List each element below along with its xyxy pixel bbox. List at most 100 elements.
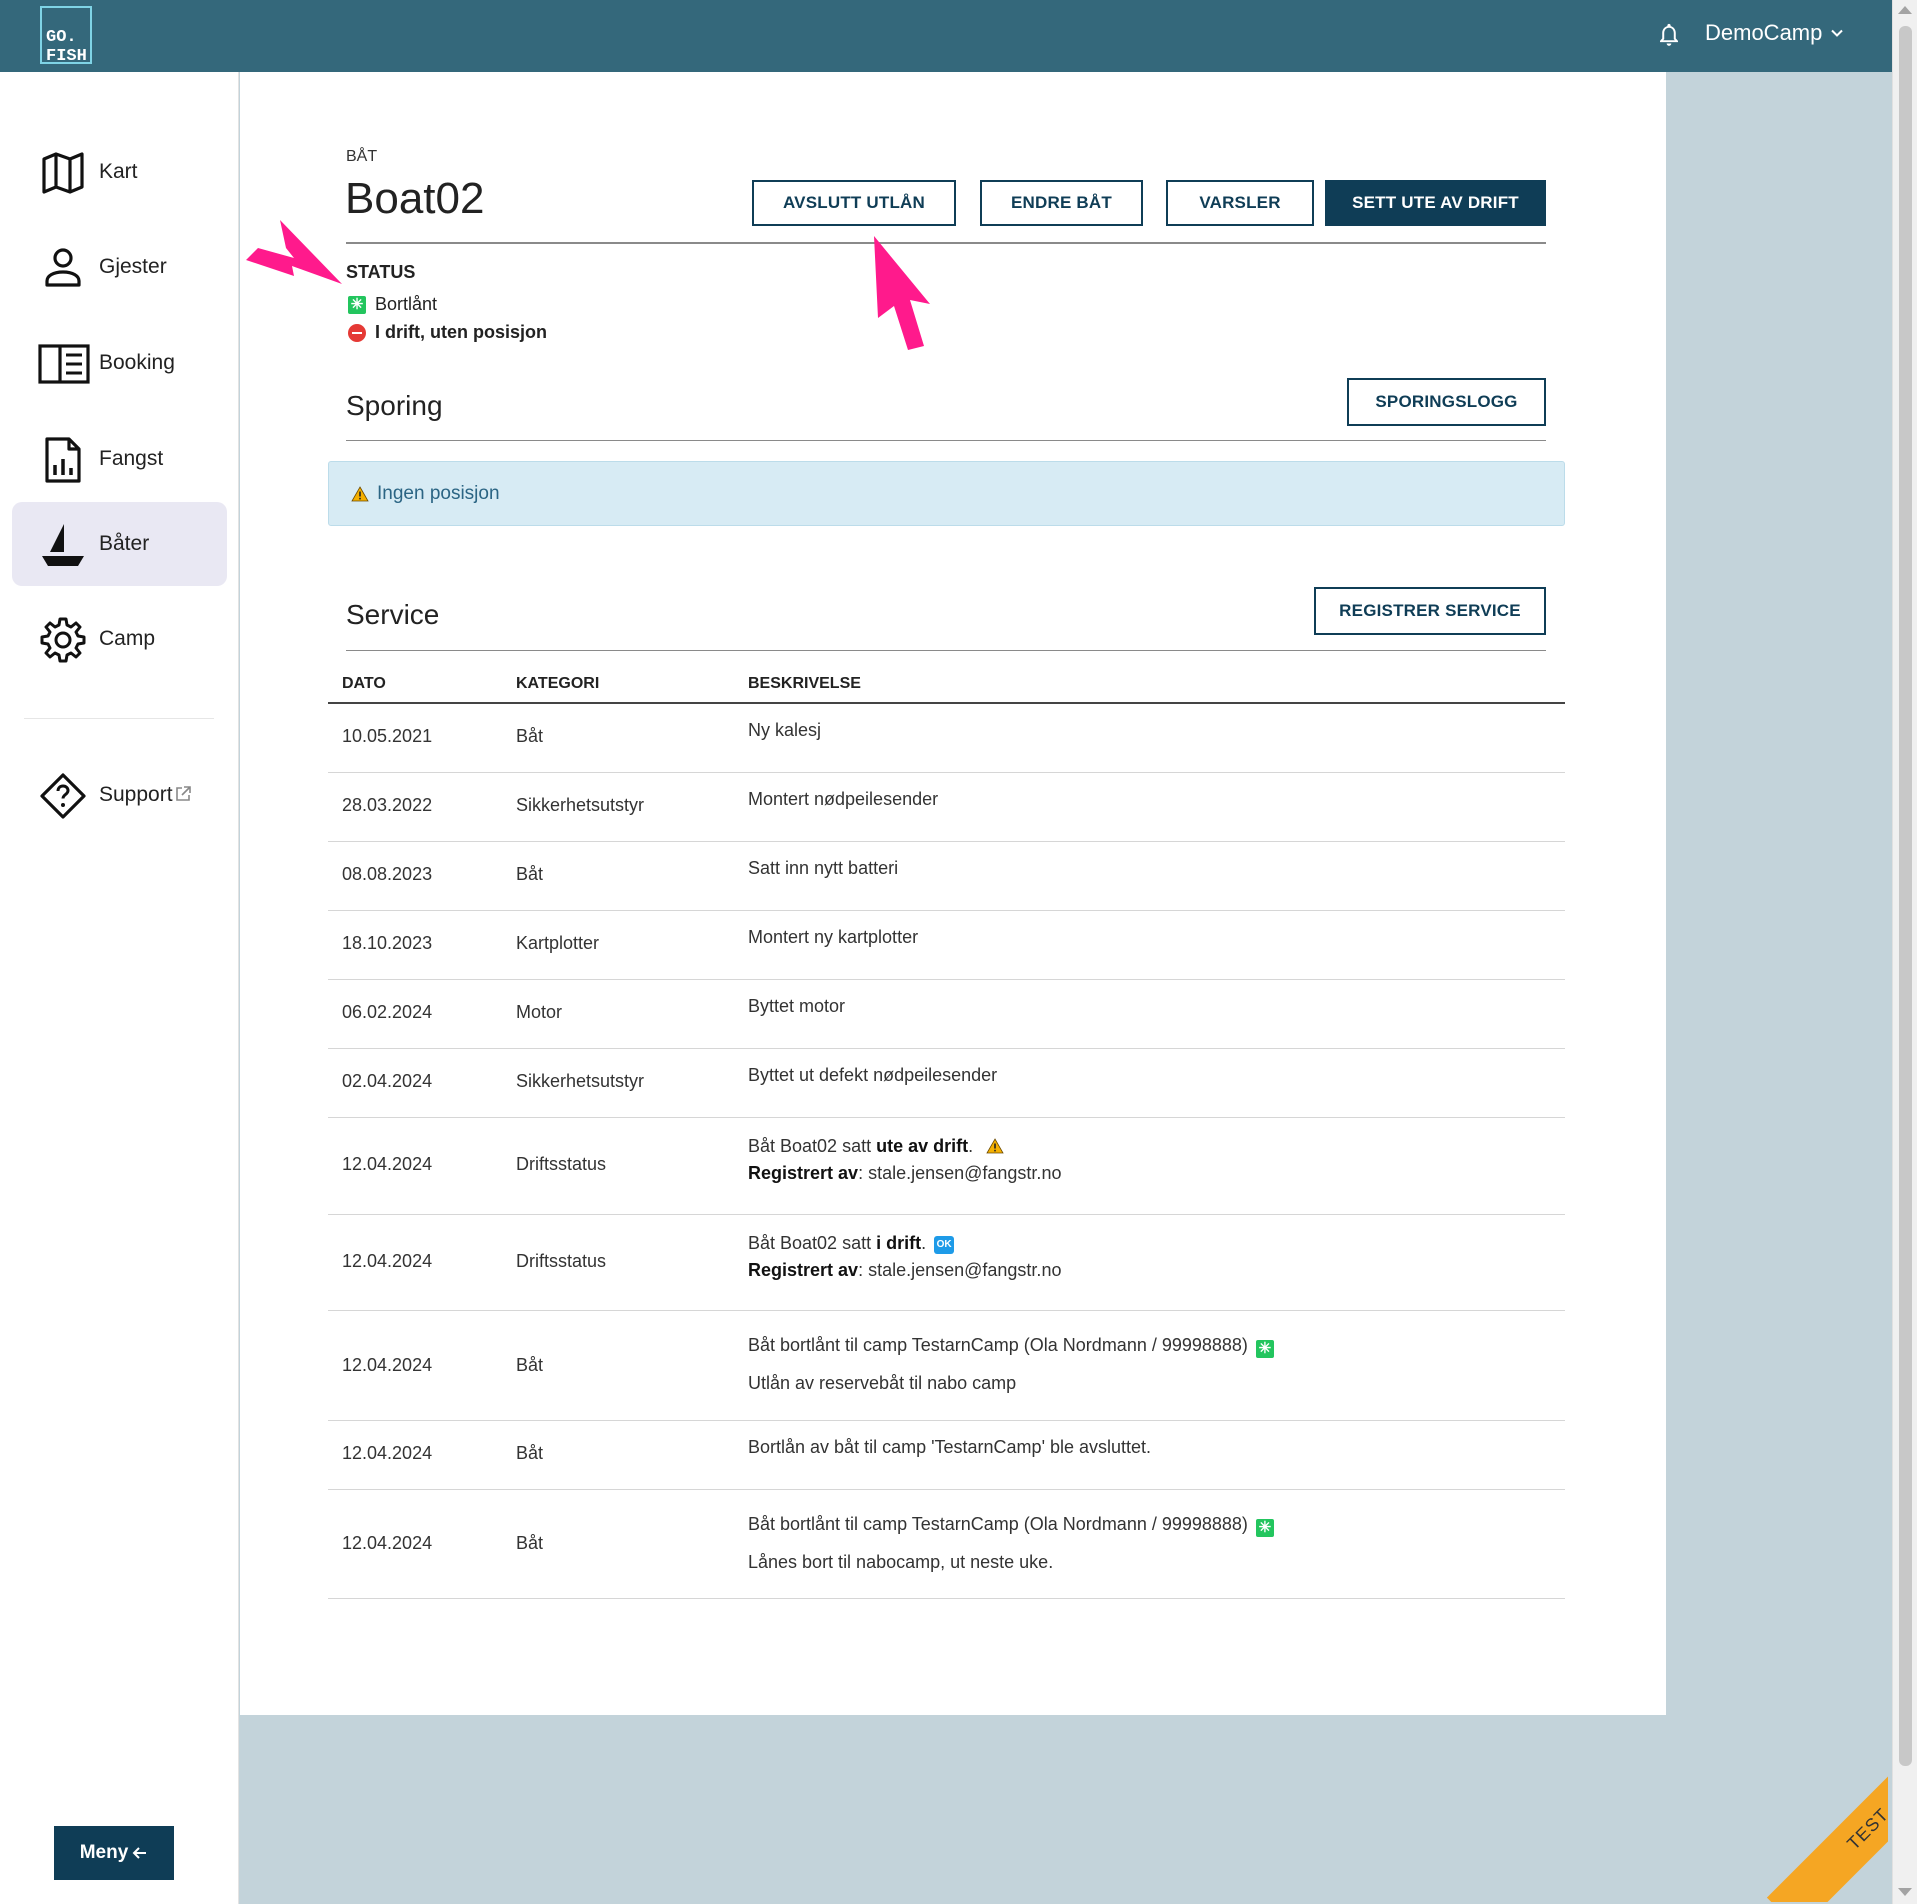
- ribbon-band: TEST: [1766, 1742, 1888, 1902]
- sidebar-item-bater[interactable]: Båter: [12, 502, 227, 586]
- gear-icon: [40, 617, 86, 663]
- desc-suffix: .: [968, 1136, 974, 1156]
- row-description: Montert ny kartplotter: [748, 927, 919, 947]
- status-heading: STATUS: [346, 262, 416, 282]
- person-icon: [45, 248, 81, 287]
- main-panel: BÅT Boat02 AVSLUTT UTLÅN ENDRE BÅT VARSL…: [240, 72, 1666, 1715]
- row-description: Byttet motor: [748, 996, 846, 1016]
- arrow-left-icon: [132, 1847, 147, 1859]
- menu-toggle-button[interactable]: Meny: [54, 1826, 174, 1880]
- ok-badge-icon: OK: [934, 1236, 955, 1254]
- sidebar-item-label: Support: [99, 783, 173, 806]
- row-date: 08.08.2023: [342, 864, 433, 884]
- menu-label: Meny: [79, 1842, 129, 1863]
- end-loan-button[interactable]: AVSLUTT UTLÅN: [752, 180, 956, 226]
- row-category: Sikkerhetsutstyr: [516, 1071, 645, 1091]
- row-category: Båt: [516, 1443, 544, 1463]
- table-row[interactable]: 06.02.2024 Motor Byttet motor: [328, 980, 1565, 1049]
- scroll-thumb[interactable]: [1899, 26, 1912, 1766]
- logo-line1: GO.: [46, 28, 77, 47]
- row-category: Motor: [516, 1002, 563, 1022]
- row-category: Båt: [516, 1533, 544, 1553]
- desc-prefix: Båt Boat02 satt: [748, 1233, 877, 1253]
- sidebar-item-booking[interactable]: Booking: [12, 321, 227, 405]
- page-title: Boat02: [345, 174, 485, 223]
- row-date: 10.05.2021: [342, 726, 433, 746]
- table-row[interactable]: 12.04.2024 Båt Båt bortlånt til camp Tes…: [328, 1311, 1565, 1421]
- camp-selector[interactable]: DemoCamp: [1705, 20, 1822, 46]
- table-row[interactable]: 12.04.2024 Båt Båt bortlånt til camp Tes…: [328, 1490, 1565, 1599]
- alerts-button[interactable]: VARSLER: [1166, 180, 1314, 226]
- sidebar-item-fangst[interactable]: Fangst: [12, 417, 227, 501]
- sidebar-item-label: Booking: [99, 351, 175, 374]
- external-link-icon: [176, 786, 191, 801]
- service-section-title: Service: [346, 599, 440, 630]
- row-description: Montert nødpeilesender: [748, 789, 939, 809]
- chevron-down-icon[interactable]: [1829, 25, 1845, 41]
- table-row[interactable]: 18.10.2023 Kartplotter Montert ny kartpl…: [328, 911, 1565, 980]
- sidebar-item-gjester[interactable]: Gjester: [12, 225, 227, 309]
- table-row[interactable]: 10.05.2021 Båt Ny kalesj: [328, 704, 1565, 773]
- status-item-operation: I drift, uten posisjon: [348, 322, 547, 343]
- service-divider: [346, 650, 1546, 651]
- desc-note: Lånes bort til nabocamp, ut neste uke.: [748, 1552, 1054, 1572]
- table-row[interactable]: 12.04.2024 Driftsstatus Båt Boat02 satt …: [328, 1215, 1565, 1311]
- table-header: DATO KATEGORI BESKRIVELSE: [328, 662, 1565, 704]
- service-table: DATO KATEGORI BESKRIVELSE 10.05.2021 Båt…: [328, 662, 1565, 1599]
- row-date: 06.02.2024: [342, 1002, 433, 1022]
- row-date: 12.04.2024: [342, 1355, 433, 1375]
- row-description: Byttet ut defekt nødpeilesender: [748, 1065, 998, 1085]
- loaned-badge-icon: ✳: [1255, 1519, 1274, 1537]
- sidebar-item-kart[interactable]: Kart: [12, 130, 227, 214]
- desc-note: Utlån av reservebåt til nabo camp: [748, 1373, 1017, 1393]
- row-description: Ny kalesj: [748, 720, 822, 740]
- bell-icon[interactable]: [1655, 21, 1683, 49]
- row-date: 12.04.2024: [342, 1443, 433, 1463]
- status-item-loaned: ✳ Bortlånt: [348, 294, 437, 315]
- desc-prefix: Båt Boat02 satt: [748, 1136, 877, 1156]
- scroll-up-arrow[interactable]: [1898, 6, 1912, 14]
- sidebar: Kart Gjester Booking Fangst Båter Camp S…: [0, 72, 239, 1904]
- registered-by-value: : stale.jensen@fangstr.no: [858, 1260, 1062, 1280]
- row-date: 02.04.2024: [342, 1071, 433, 1091]
- column-header-description[interactable]: BESKRIVELSE: [748, 675, 861, 693]
- row-description: Satt inn nytt batteri: [748, 858, 899, 878]
- tracking-log-button[interactable]: SPORINGSLOGG: [1347, 378, 1546, 426]
- row-description: Bortlån av båt til camp 'TestarnCamp' bl…: [748, 1437, 1152, 1457]
- row-date: 12.04.2024: [342, 1533, 433, 1553]
- report-icon: [45, 437, 81, 483]
- table-row[interactable]: 12.04.2024 Driftsstatus Båt Boat02 satt …: [328, 1118, 1565, 1215]
- decommission-button[interactable]: SETT UTE AV DRIFT: [1325, 180, 1546, 226]
- scroll-down-arrow[interactable]: [1898, 1888, 1912, 1896]
- page-scrollbar[interactable]: [1892, 0, 1917, 1904]
- sidebar-item-label: Gjester: [99, 255, 167, 278]
- edit-boat-button[interactable]: ENDRE BÅT: [980, 180, 1143, 226]
- status-text: I drift, uten posisjon: [375, 322, 547, 342]
- no-entry-icon: [348, 323, 366, 342]
- sidebar-item-support[interactable]: Support: [12, 753, 227, 837]
- row-date: 28.03.2022: [342, 795, 433, 815]
- row-category: Båt: [516, 864, 544, 884]
- sidebar-item-label: Fangst: [99, 447, 164, 470]
- register-service-button[interactable]: REGISTRER SERVICE: [1314, 587, 1546, 635]
- column-header-date[interactable]: DATO: [342, 675, 386, 693]
- table-row[interactable]: 12.04.2024 Båt Bortlån av båt til camp '…: [328, 1421, 1565, 1490]
- sidebar-item-label: Kart: [99, 160, 138, 183]
- tracking-section-title: Sporing: [346, 390, 443, 421]
- table-row[interactable]: 08.08.2023 Båt Satt inn nytt batteri: [328, 842, 1565, 911]
- desc-bold: i drift: [876, 1233, 922, 1253]
- sidebar-divider: [24, 718, 214, 719]
- desc-bold: ute av drift: [876, 1136, 969, 1156]
- row-category: Sikkerhetsutstyr: [516, 795, 645, 815]
- sidebar-item-camp[interactable]: Camp: [12, 597, 227, 681]
- map-icon: [42, 152, 84, 194]
- tracking-divider: [346, 440, 1546, 441]
- page-eyebrow: BÅT: [346, 148, 378, 165]
- sidebar-item-label: Båter: [99, 532, 150, 555]
- table-row[interactable]: 02.04.2024 Sikkerhetsutstyr Byttet ut de…: [328, 1049, 1565, 1118]
- table-row[interactable]: 28.03.2022 Sikkerhetsutstyr Montert nødp…: [328, 773, 1565, 842]
- gofish-logo[interactable]: GO. FISH: [40, 6, 92, 66]
- column-header-category[interactable]: KATEGORI: [516, 675, 599, 693]
- desc-text: Båt bortlånt til camp TestarnCamp (Ola N…: [748, 1335, 1248, 1355]
- warning-icon: [986, 1138, 1004, 1154]
